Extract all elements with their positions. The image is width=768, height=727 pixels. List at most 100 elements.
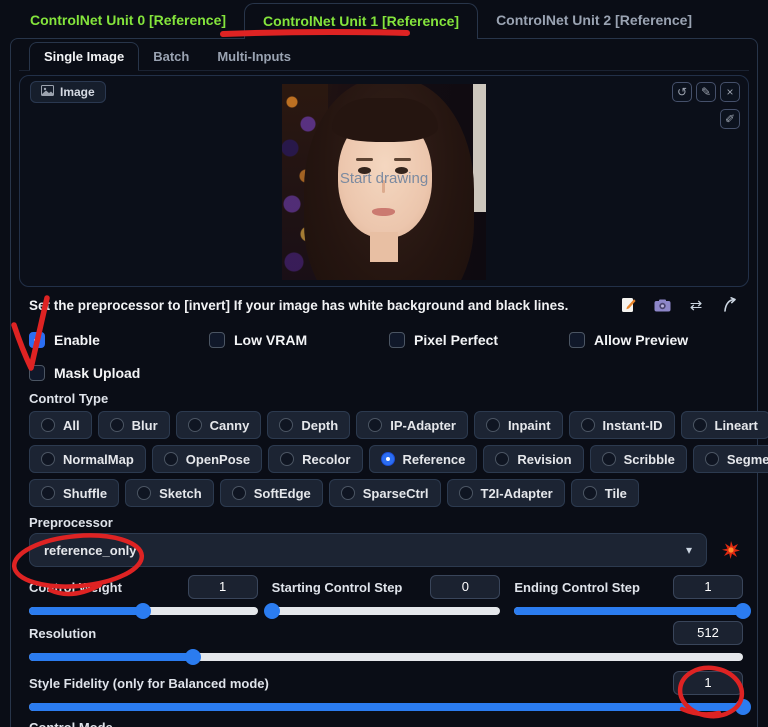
controlnet-unit-1-panel: Single Image Batch Multi-Inputs Image ↺ … — [10, 38, 768, 727]
image-tools: ⇄ — [619, 296, 739, 314]
control-type-instant-id[interactable]: Instant-ID — [568, 411, 675, 439]
radio-icon — [41, 452, 55, 466]
control-type-normalmap[interactable]: NormalMap — [29, 445, 146, 473]
control-type-row: NormalMap OpenPose Recolor Reference Rev… — [29, 445, 768, 473]
image-chip-label: Image — [60, 85, 95, 99]
control-type-option-label: SparseCtrl — [362, 485, 429, 501]
draw-pen-icon[interactable]: ✐ — [720, 109, 740, 129]
control-type-inpaint[interactable]: Inpaint — [473, 411, 563, 439]
tab-controlnet-unit-0[interactable]: ControlNet Unit 0 [Reference] — [12, 3, 244, 38]
enable-checkbox[interactable] — [29, 332, 45, 348]
new-canvas-icon[interactable] — [619, 296, 637, 314]
control-type-blur[interactable]: Blur — [97, 411, 170, 439]
explosion-icon[interactable] — [719, 538, 743, 562]
preprocessor-dropdown[interactable]: reference_only ▾ — [29, 533, 707, 567]
radio-icon — [279, 418, 294, 432]
radio-icon — [231, 486, 246, 500]
control-type-sketch[interactable]: Sketch — [125, 479, 214, 507]
controlnet-unit-tabbar: ControlNet Unit 0 [Reference] ControlNet… — [0, 0, 768, 39]
slider-thumb[interactable] — [735, 699, 751, 715]
clear-icon[interactable]: × — [720, 82, 740, 102]
control-type-option-label: Revision — [517, 451, 572, 467]
radio-icon — [109, 418, 124, 432]
control-type-tile[interactable]: Tile — [570, 479, 639, 507]
swap-icon[interactable]: ⇄ — [687, 296, 705, 314]
control-type-recolor[interactable]: Recolor — [268, 445, 363, 473]
control-type-canny[interactable]: Canny — [175, 411, 262, 439]
radio-icon — [485, 418, 500, 432]
slider-thumb[interactable] — [185, 649, 202, 665]
allow-preview-option: Allow Preview — [569, 332, 749, 348]
start-drawing-overlay: Start drawing — [339, 170, 429, 187]
slider-thumb[interactable] — [135, 603, 152, 619]
control-type-option-label: Inpaint — [507, 417, 551, 433]
style-fidelity-group: Style Fidelity (only for Balanced mode) … — [19, 671, 751, 715]
edit-icon[interactable]: ✎ — [696, 82, 716, 102]
tab-single-image[interactable]: Single Image — [29, 42, 140, 71]
slider-thumb[interactable] — [263, 603, 280, 619]
control-type-openpose[interactable]: OpenPose — [151, 445, 263, 473]
control-type-row: All Blur Canny Depth IP-Adapter Inpaint … — [29, 411, 768, 439]
starting-step-input[interactable]: 0 — [430, 575, 501, 599]
control-type-option-label: Instant-ID — [602, 417, 663, 433]
style-fidelity-input[interactable]: 1 — [673, 671, 743, 695]
mask-upload-checkbox[interactable] — [29, 365, 45, 381]
control-type-option-label: SoftEdge — [253, 485, 311, 501]
uploaded-portrait-image[interactable]: Start drawing — [282, 84, 486, 280]
resolution-input[interactable]: 512 — [673, 621, 743, 645]
control-type-lineart[interactable]: Lineart — [680, 411, 768, 439]
radio-icon — [582, 486, 597, 500]
control-type-reference-selected[interactable]: Reference — [368, 445, 478, 473]
resolution-slider[interactable] — [29, 649, 743, 665]
pixel-perfect-checkbox[interactable] — [389, 332, 405, 348]
ending-step-label: Ending Control Step — [514, 579, 640, 595]
webcam-icon[interactable] — [653, 296, 671, 314]
starting-step-label: Starting Control Step — [271, 579, 403, 595]
control-type-shuffle[interactable]: Shuffle — [29, 479, 120, 507]
control-weight-slider[interactable] — [29, 603, 258, 619]
control-type-all[interactable]: All — [29, 411, 92, 439]
tab-controlnet-unit-1[interactable]: ControlNet Unit 1 [Reference] — [244, 3, 479, 39]
control-type-option-label: Depth — [301, 417, 339, 433]
image-icon — [41, 85, 54, 99]
control-type-revision[interactable]: Revision — [483, 445, 584, 473]
control-type-option-label: NormalMap — [63, 451, 134, 467]
control-type-t2i-adapter[interactable]: T2I-Adapter — [446, 479, 565, 507]
input-mode-tabbar: Single Image Batch Multi-Inputs — [19, 42, 749, 71]
send-dimensions-icon[interactable] — [721, 296, 739, 314]
starting-step-slider[interactable] — [263, 603, 501, 619]
tab-multi-inputs[interactable]: Multi-Inputs — [203, 43, 305, 70]
preprocessor-label: Preprocessor — [29, 515, 113, 530]
radio-icon — [340, 486, 355, 500]
low-vram-checkbox[interactable] — [209, 332, 225, 348]
control-type-depth[interactable]: Depth — [267, 411, 351, 439]
control-weight-input[interactable]: 1 — [187, 575, 258, 599]
radio-icon — [601, 452, 616, 466]
slider-thumb[interactable] — [735, 603, 751, 619]
pixel-perfect-label: Pixel Perfect — [414, 332, 499, 348]
low-vram-label: Low VRAM — [234, 332, 308, 348]
control-type-softedge[interactable]: SoftEdge — [219, 479, 323, 507]
tab-batch[interactable]: Batch — [139, 43, 203, 70]
style-fidelity-slider[interactable] — [29, 699, 751, 715]
radio-icon — [163, 452, 178, 466]
ending-step-slider[interactable] — [514, 603, 751, 619]
control-type-option-label: Reference — [402, 451, 466, 467]
control-type-segmentation[interactable]: Segmentation — [692, 445, 768, 473]
style-fidelity-label: Style Fidelity (only for Balanced mode) — [29, 675, 269, 691]
control-type-option-label: Lineart — [714, 417, 758, 433]
mask-upload-row: Mask Upload — [19, 365, 749, 381]
control-type-ip-adapter[interactable]: IP-Adapter — [356, 411, 468, 439]
control-type-scribble[interactable]: Scribble — [589, 445, 687, 473]
ending-step-input[interactable]: 1 — [673, 575, 743, 599]
allow-preview-checkbox[interactable] — [569, 332, 585, 348]
control-type-option-label: Sketch — [159, 485, 202, 501]
control-type-sparsectrl[interactable]: SparseCtrl — [328, 479, 441, 507]
tab-controlnet-unit-2[interactable]: ControlNet Unit 2 [Reference] — [478, 3, 710, 38]
image-toolbar: ↺ ✎ × — [672, 82, 740, 102]
control-mode-label: Control Mode — [19, 720, 749, 727]
undo-icon[interactable]: ↺ — [672, 82, 692, 102]
portrait-eyebrow — [394, 158, 411, 161]
control-type-label: Control Type — [29, 391, 109, 406]
control-type-row: Shuffle Sketch SoftEdge SparseCtrl T2I-A… — [29, 479, 749, 507]
